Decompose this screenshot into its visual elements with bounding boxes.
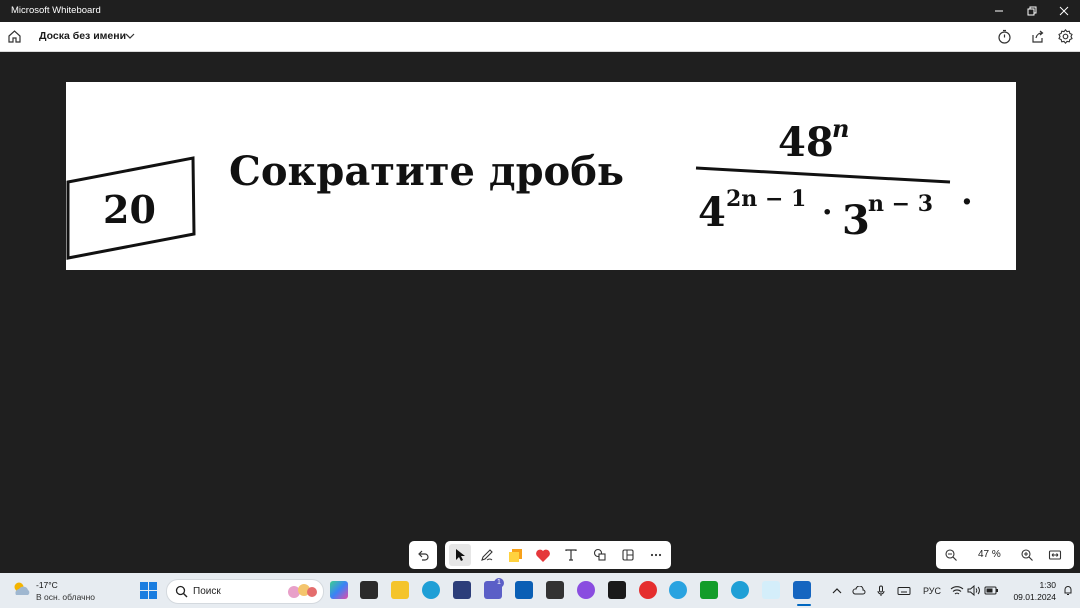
photos-app-icon[interactable] [577,581,595,599]
template-icon [622,549,634,561]
more-button[interactable] [645,544,667,566]
clock-time: 1:30 [1039,580,1056,590]
onedrive-tray[interactable] [851,573,867,608]
microphone-tray[interactable] [874,573,888,608]
windows-taskbar: -17°C В осн. облачно Поиск 1 РУС 1:30 09… [0,573,1080,608]
close-icon [1059,6,1068,16]
fraction-bar [695,166,951,184]
minimize-button[interactable] [982,0,1015,22]
denominator-base-2: 3 [842,197,870,244]
timer-icon[interactable] [996,28,1013,45]
denominator-dot: · [822,195,832,230]
zoom-level: 47 % [978,549,1001,560]
notification-bell-icon[interactable] [1062,584,1074,596]
text-tool-button[interactable] [560,544,582,566]
select-icon [456,549,465,561]
reactions-button[interactable] [532,544,554,566]
denominator-exp-2: n − 3 [868,191,933,217]
home-icon[interactable] [6,28,23,45]
pen-tool-button[interactable] [476,544,498,566]
problem-number: 20 [103,187,156,232]
task-view-icon[interactable] [360,581,378,599]
system-clock[interactable]: 1:30 09.01.2024 [1006,579,1056,603]
volume-tray[interactable] [966,573,982,608]
close-button[interactable] [1047,0,1080,22]
undo-button[interactable] [409,541,437,569]
cloudy-weather-icon [14,582,30,595]
sticky-note-button[interactable] [504,544,526,566]
math-problem-image: 20 Сократите дробь 48 n 4 2n − 1 · 3 n −… [66,114,973,260]
search-placeholder: Поиск [193,586,221,597]
sticky-note-icon [508,548,522,562]
microphone-icon [877,585,885,596]
fit-to-screen-icon[interactable] [1048,548,1062,562]
board-name[interactable]: Доска без имени [39,30,126,42]
xbox-app-icon[interactable] [700,581,718,599]
numerator-exp: n [832,114,849,143]
weather-widget[interactable]: -17°C В осн. облачно [10,578,95,605]
speaker-icon [967,585,980,596]
shapes-button[interactable] [589,544,611,566]
zoom-out-icon[interactable] [944,548,958,562]
weather-temperature: -17°C [36,580,58,590]
problem-text: Сократите дробь [229,148,624,195]
language-indicator[interactable]: РУС [920,573,944,608]
templates-button[interactable] [617,544,639,566]
search-highlight-icon [288,584,317,598]
shield-app-icon[interactable] [453,581,471,599]
select-tool-button[interactable] [449,544,471,566]
window-title: Microsoft Whiteboard [11,5,101,16]
copilot-app-icon[interactable] [330,581,348,599]
teams-notification-badge: 1 [494,578,504,588]
minimize-icon [994,10,1003,12]
edge-beta-icon[interactable] [731,581,749,599]
keyboard-tray[interactable] [896,573,912,608]
battery-icon [984,586,998,595]
chevron-down-icon[interactable] [124,31,136,41]
terminal-app-icon[interactable] [608,581,626,599]
whiteboard-canvas[interactable]: 20 Сократите дробь 48 n 4 2n − 1 · 3 n −… [0,52,1080,573]
chevron-up-icon [832,587,842,593]
keyboard-icon [897,586,911,595]
file-explorer-icon[interactable] [391,581,409,599]
settings-gear-icon[interactable] [1057,28,1074,45]
restore-button[interactable] [1015,0,1048,22]
cloud-icon [852,586,866,595]
zoom-controls: 47 % [936,541,1074,569]
snipping-tool-icon[interactable] [762,581,780,599]
yandex-browser-icon[interactable] [639,581,657,599]
heart-icon [536,549,550,562]
zoom-in-icon[interactable] [1020,548,1034,562]
active-app-indicator [797,604,811,606]
share-icon[interactable] [1029,28,1046,45]
store-app-icon[interactable] [515,581,533,599]
wifi-icon [950,586,964,595]
taskbar-search-box[interactable]: Поиск [166,579,324,604]
denominator-exp-1: 2n − 1 [726,186,806,212]
telegram-app-icon[interactable] [669,581,687,599]
security-app-icon[interactable] [546,581,564,599]
denominator-base-1: 4 [698,189,726,236]
text-icon [565,549,577,561]
battery-tray[interactable] [983,573,999,608]
more-icon [650,553,662,557]
numerator-base: 48 [778,119,834,166]
inking-toolbar [445,541,671,569]
windows-start-icon[interactable] [140,582,157,599]
edge-browser-icon[interactable] [422,581,440,599]
show-hidden-icons-button[interactable] [830,573,844,608]
pasted-image[interactable]: 20 Сократите дробь 48 n 4 2n − 1 · 3 n −… [66,82,1016,270]
restore-icon [1027,6,1036,16]
whiteboard-app-icon[interactable] [793,581,811,599]
app-bar: Доска без имени [0,22,1080,52]
title-bar: Microsoft Whiteboard [0,0,1080,22]
weather-description: В осн. облачно [36,592,95,602]
shapes-icon [593,548,606,561]
trailing-period: . [961,173,973,213]
undo-icon [418,550,429,561]
search-icon [175,585,188,598]
pen-icon [481,549,493,561]
clock-date: 09.01.2024 [1013,592,1056,602]
wifi-tray[interactable] [949,573,965,608]
